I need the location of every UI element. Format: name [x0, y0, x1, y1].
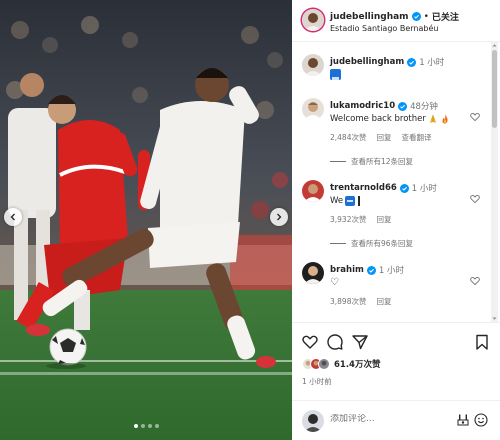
comment-time: 1 小时 — [411, 184, 437, 194]
scroll-up-icon[interactable] — [492, 43, 497, 48]
comment-thread[interactable]: judebellingham 1 小时 lukamodric10 48分钟 We… — [292, 42, 490, 322]
reply-button[interactable]: 回复 — [376, 214, 391, 225]
comment-text-line: Welcome back brother — [330, 114, 450, 124]
slide-dot — [140, 424, 145, 428]
following-button[interactable]: 已关注 — [432, 10, 459, 23]
comment-meta: 2,484次赞 回复 查看翻译 — [330, 132, 431, 143]
comment-username[interactable]: brahim — [330, 265, 364, 275]
verified-badge-icon — [407, 57, 417, 67]
post-actions: 61.4万次赞 1 小时前 — [292, 322, 500, 440]
replies-divider — [330, 243, 346, 244]
post-media[interactable] — [0, 0, 292, 440]
add-comment-bar — [292, 400, 500, 440]
current-user-avatar — [302, 410, 324, 432]
likes-summary[interactable]: 61.4万次赞 — [302, 358, 380, 370]
comment-text: ♡ — [330, 277, 339, 288]
view-replies-button[interactable]: 查看所有96条回复 — [330, 238, 413, 249]
post-location[interactable]: Estadio Santiago Bernabéu — [330, 24, 438, 33]
praying-hands-icon — [429, 115, 436, 123]
reply-button[interactable]: 回复 — [376, 132, 391, 143]
comment-likes[interactable]: 3,898次赞 — [330, 296, 366, 307]
comment-meta: 3,932次赞 回复 — [330, 214, 391, 225]
caption-username[interactable]: judebellingham — [330, 57, 404, 67]
comment-text: Welcome back brother — [330, 114, 426, 124]
blue-square-icon — [345, 196, 356, 206]
verified-badge-icon — [411, 12, 421, 21]
comment-author-line: brahim 1 小时 — [330, 264, 404, 276]
verified-badge-icon — [398, 101, 408, 111]
comment-likes[interactable]: 3,932次赞 — [330, 214, 366, 225]
slide-indicator — [0, 424, 292, 428]
comment-author-line: trentarnold66 1 小时 — [330, 182, 437, 194]
heart-icon[interactable] — [302, 334, 318, 350]
comment-username[interactable]: trentarnold66 — [330, 183, 397, 193]
author-avatar[interactable] — [302, 9, 324, 31]
commenter-avatar[interactable] — [302, 180, 324, 202]
like-comment-icon[interactable] — [470, 112, 480, 122]
like-comment-icon[interactable] — [470, 276, 480, 286]
comment-text: We — [330, 196, 344, 206]
author-username[interactable]: judebellingham — [330, 12, 409, 22]
comment-username[interactable]: lukamodric10 — [330, 101, 395, 111]
scroll-thumb[interactable] — [492, 50, 497, 128]
vertical-bar-icon — [358, 196, 361, 206]
comment-time: 48分钟 — [410, 102, 438, 112]
send-icon[interactable] — [352, 334, 368, 350]
slide-dot — [147, 424, 152, 428]
like-comment-icon[interactable] — [470, 194, 480, 204]
view-replies-label: 查看所有12条回复 — [351, 157, 414, 166]
comment-time: 1 小时 — [378, 266, 404, 276]
comment-scrollbar[interactable] — [491, 42, 498, 322]
post-timestamp[interactable]: 1 小时前 — [302, 376, 332, 387]
translate-button[interactable]: 查看翻译 — [401, 132, 431, 143]
blue-emoji-square-icon — [330, 69, 341, 80]
caption-author-line: judebellingham 1 小时 — [330, 56, 444, 68]
bookmark-icon[interactable] — [474, 334, 490, 350]
fire-icon — [442, 114, 448, 124]
comment-text-line: We — [330, 196, 361, 206]
commenter-avatar[interactable] — [302, 262, 324, 284]
previous-slide-button[interactable] — [4, 208, 22, 226]
comment-text-line: ♡ — [330, 277, 339, 288]
football-photo — [0, 0, 292, 440]
comment-author-line: lukamodric10 48分钟 — [330, 100, 438, 112]
separator-dot: • — [423, 11, 429, 22]
next-slide-button[interactable] — [270, 208, 288, 226]
author-line: judebellingham • 已关注 — [330, 10, 459, 24]
scroll-down-icon[interactable] — [492, 316, 497, 321]
replies-divider — [330, 161, 346, 162]
caption-avatar[interactable] — [302, 54, 324, 76]
view-replies-label: 查看所有96条回复 — [351, 239, 414, 248]
comment-meta: 3,898次赞 回复 — [330, 296, 391, 307]
comment-icon[interactable] — [327, 334, 343, 350]
comment-likes[interactable]: 2,484次赞 — [330, 132, 366, 143]
view-replies-button[interactable]: 查看所有12条回复 — [330, 156, 413, 167]
caption-time: 1 小时 — [419, 58, 445, 68]
slide-dot — [133, 424, 138, 428]
comment-input[interactable] — [330, 414, 450, 424]
reply-button[interactable]: 回复 — [376, 296, 391, 307]
verified-badge-icon — [399, 183, 409, 193]
post-header: judebellingham • 已关注 Estadio Santiago Be… — [292, 0, 500, 42]
commenter-avatar[interactable] — [302, 98, 324, 120]
slide-dot — [154, 424, 159, 428]
likes-count: 61.4万次赞 — [334, 360, 381, 370]
emoji-icon[interactable] — [474, 413, 488, 427]
verified-badge-icon — [366, 265, 376, 275]
gif-sticker-icon[interactable] — [457, 414, 469, 426]
liker-avatar — [318, 358, 330, 370]
post-sidebar: judebellingham • 已关注 Estadio Santiago Be… — [292, 0, 500, 440]
chevron-left-icon — [10, 213, 15, 221]
chevron-right-icon — [277, 213, 282, 221]
